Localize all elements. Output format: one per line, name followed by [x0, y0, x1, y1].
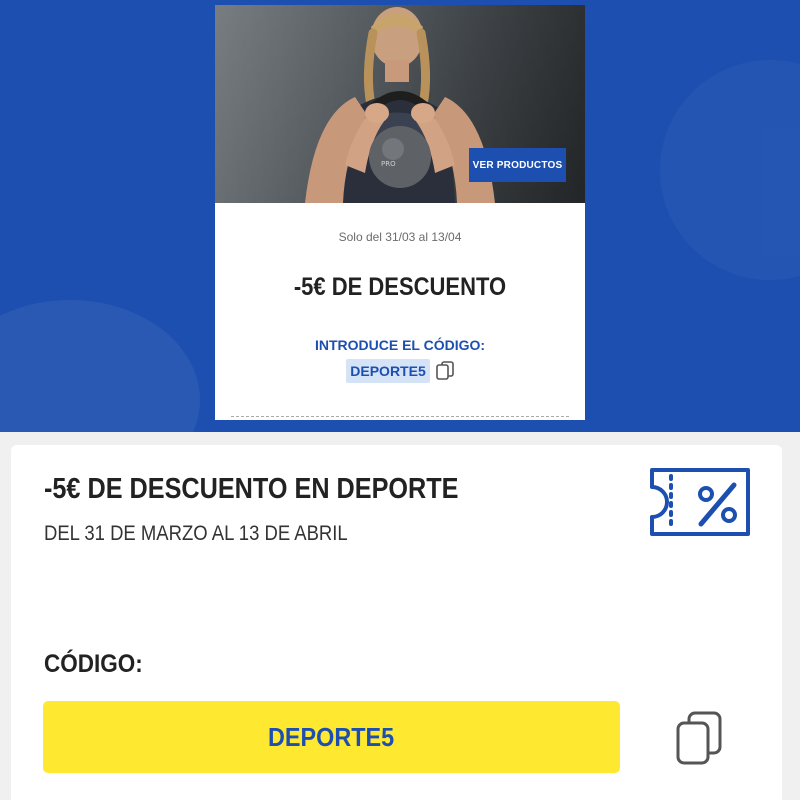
promo-code-label: INTRODUCE EL CÓDIGO:: [314, 337, 486, 353]
page: PRO VER PRODUCTOS Solo del 31/03 al 13/0…: [0, 0, 800, 800]
promo-discount: -5€ DE DESCUENTO: [293, 273, 507, 301]
copy-icon[interactable]: [435, 361, 454, 381]
promo-image[interactable]: PRO VER PRODUCTOS: [215, 5, 585, 203]
coupon-code-button[interactable]: DEPORTE5: [43, 701, 620, 773]
promo-body: Solo del 31/03 al 13/04 -5€ DE DESCUENTO…: [215, 203, 585, 420]
promo-code-row: DEPORTE5: [215, 359, 585, 383]
copy-icon[interactable]: [675, 710, 723, 766]
coupon-title: -5€ DE DESCUENTO EN DEPORTE: [44, 473, 459, 505]
svg-text:PRO: PRO: [381, 160, 396, 168]
promo-code[interactable]: DEPORTE5: [346, 359, 430, 383]
coupon-code: DEPORTE5: [268, 721, 395, 752]
promo-banner: PRO VER PRODUCTOS Solo del 31/03 al 13/0…: [0, 0, 800, 432]
promo-dates: Solo del 31/03 al 13/04: [338, 230, 462, 244]
coupon-panel: -5€ DE DESCUENTO EN DEPORTE DEL 31 DE MA…: [11, 445, 782, 800]
coupon-percent-icon: [650, 468, 750, 536]
code-label: CÓDIGO:: [44, 650, 143, 678]
promo-card[interactable]: PRO VER PRODUCTOS Solo del 31/03 al 13/0…: [215, 5, 585, 420]
coupon-subtitle: DEL 31 DE MARZO AL 13 DE ABRIL: [44, 522, 348, 545]
ver-productos-button[interactable]: VER PRODUCTOS: [469, 148, 566, 182]
dashed-divider: [231, 416, 569, 417]
